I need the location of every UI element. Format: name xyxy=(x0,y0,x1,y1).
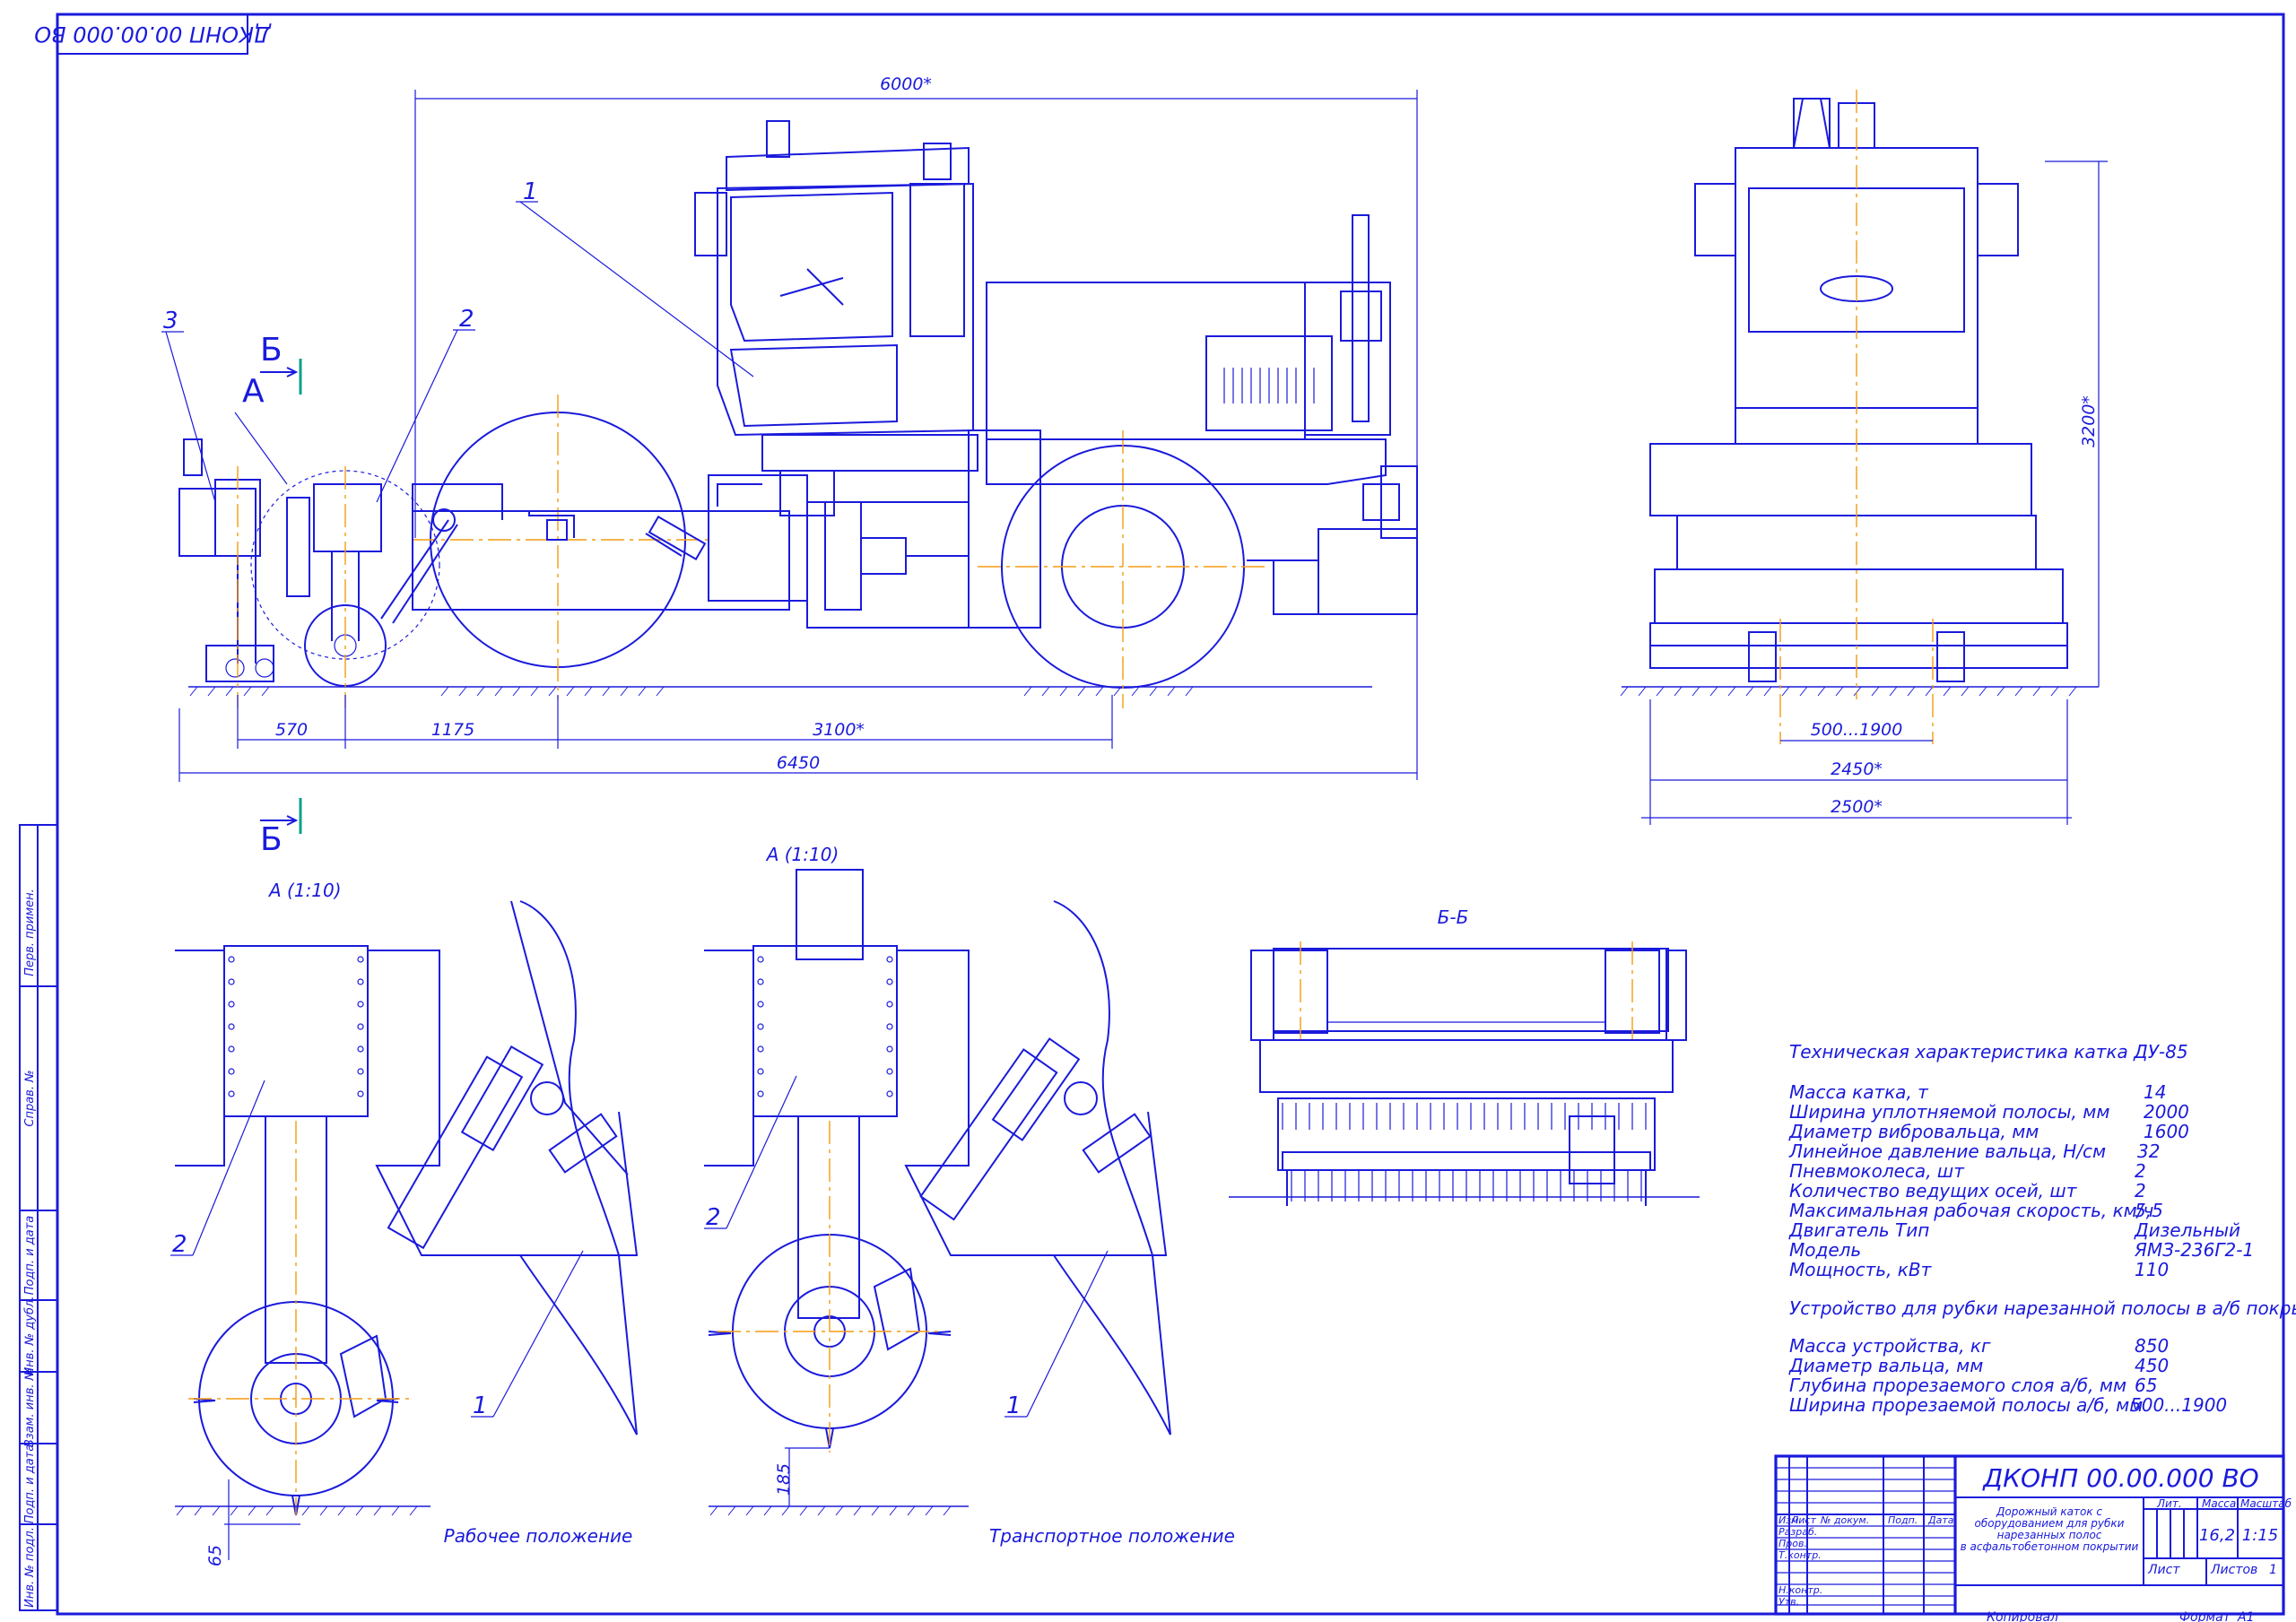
tb-col-data: Дата xyxy=(1927,1514,1954,1526)
spec-value-1: 2000 xyxy=(2144,1101,2189,1123)
spec-value-7: Дизельный xyxy=(2134,1219,2240,1241)
spec2-value-0: 850 xyxy=(2135,1335,2169,1357)
side-label-5: Подп. и дата xyxy=(23,1444,37,1524)
caption-transport: Транспортное положение xyxy=(989,1525,1235,1547)
specs-subtitle: Устройство для рубки нарезанной полосы в… xyxy=(1789,1297,2296,1319)
main-side-view: 6000* 570 1175 3100* 6450 1 2 3 Б А Б xyxy=(161,74,1418,858)
tb-list: Лист xyxy=(2147,1563,2180,1577)
drawing-sheet: ДКОНП 00.00.000 ВО Перв. примен. Справ. … xyxy=(19,13,2296,1622)
spec2-label-0: Масса устройства, кг xyxy=(1789,1335,1991,1357)
spec2-value-3: 500...1900 xyxy=(2130,1394,2227,1416)
spec-label-6: Максимальная рабочая скорость, км/ч xyxy=(1789,1200,2154,1221)
spec-value-6: 5,5 xyxy=(2135,1200,2163,1221)
spec-label-1: Ширина уплотняемой полосы, мм xyxy=(1789,1101,2109,1123)
spec-label-8: Модель xyxy=(1789,1239,1861,1261)
side-label-4: Взам. инв. № xyxy=(23,1368,37,1447)
tb-masshtab-val: 1:15 xyxy=(2242,1526,2278,1545)
dim-6000: 6000* xyxy=(880,74,932,94)
pos-2-transport: 2 xyxy=(706,1204,721,1231)
side-label-1: Справ. № xyxy=(23,1070,37,1126)
title-block: ДКОНП 00.00.000 ВО Дорожный каток с обор… xyxy=(1774,1454,2292,1622)
section-b-bottom: Б xyxy=(260,821,283,858)
dim-2450: 2450* xyxy=(1831,759,1883,779)
pos-1-work: 1 xyxy=(473,1392,488,1419)
spec-label-7: Двигатель Тип xyxy=(1788,1219,1929,1241)
spec2-value-2: 65 xyxy=(2135,1375,2157,1396)
dim-6450: 6450 xyxy=(777,753,820,773)
pos-3-main: 3 xyxy=(163,308,178,334)
tb-massa-val: 16,2 xyxy=(2199,1526,2235,1545)
specs-title: Техническая характеристика катка ДУ-85 xyxy=(1789,1041,2188,1063)
tb-name-3: нарезанных полос xyxy=(1997,1529,2102,1541)
pos-1-main: 1 xyxy=(523,178,538,205)
tb-col-list: Лист xyxy=(1790,1514,1816,1526)
section-bb: Б-Б xyxy=(1229,906,1700,1206)
tb-col-ndoc: № докум. xyxy=(1820,1514,1869,1526)
tb-format: Формат xyxy=(2179,1610,2231,1622)
spec2-label-2: Глубина прорезаемого слоя а/б, мм xyxy=(1789,1375,2126,1396)
spec2-label-1: Диаметр вальца, мм xyxy=(1788,1355,1983,1376)
tb-prov: Пров. xyxy=(1779,1538,1807,1549)
spec-value-8: ЯМЗ-236Г2-1 xyxy=(2134,1239,2254,1261)
stamp-code: ДКОНП 00.00.000 ВО xyxy=(34,22,272,47)
spec-label-4: Пневмоколеса, шт xyxy=(1789,1160,1965,1182)
detail-work-title: А (1:10) xyxy=(267,880,342,901)
side-label-3: Инв. № дубл. xyxy=(23,1297,37,1376)
spec-value-3: 32 xyxy=(2137,1141,2160,1162)
side-label-6: Инв. № подл. xyxy=(23,1527,37,1608)
spec-label-2: Диаметр вибровальца, мм xyxy=(1788,1121,2039,1142)
section-b-top: Б xyxy=(260,332,283,369)
dim-3100: 3100* xyxy=(813,720,865,740)
spec-label-5: Количество ведущих осей, шт xyxy=(1789,1180,2078,1201)
dim-1175: 1175 xyxy=(431,720,474,740)
detail-transport-title: А (1:10) xyxy=(765,844,839,865)
side-label-2: Подп. и дата xyxy=(23,1216,37,1296)
spec-label-0: Масса катка, т xyxy=(1789,1081,1929,1103)
spec-value-9: 110 xyxy=(2135,1259,2169,1280)
spec2-value-1: 450 xyxy=(2135,1355,2169,1376)
tb-format-val: А1 xyxy=(2237,1610,2254,1622)
side-label-0: Перв. примен. xyxy=(23,889,37,976)
front-view: 3200* 500...1900 2450* 2500* xyxy=(1620,90,2108,825)
dim-185: 185 xyxy=(774,1463,794,1496)
pos-2-main: 2 xyxy=(459,306,474,333)
tb-tkontr: Т.контр. xyxy=(1779,1549,1822,1561)
dim-570: 570 xyxy=(275,720,308,740)
side-strip: Перв. примен. Справ. № Подп. и дата Инв.… xyxy=(19,824,58,1611)
tb-listov: Листов xyxy=(2210,1563,2257,1577)
tb-name-1: Дорожный каток с xyxy=(1996,1505,2102,1518)
spec-label-3: Линейное давление вальца, Н/см xyxy=(1788,1141,2106,1162)
tb-name-2: оборудованием для рубки xyxy=(1975,1517,2125,1530)
dim-3200: 3200* xyxy=(2079,395,2099,447)
tb-massa: Масса xyxy=(2202,1497,2236,1510)
tb-code: ДКОНП 00.00.000 ВО xyxy=(1981,1463,2258,1493)
specs-block: Техническая характеристика катка ДУ-85 М… xyxy=(1788,1041,2296,1416)
spec-value-0: 14 xyxy=(2144,1081,2166,1103)
tb-utv: Утв. xyxy=(1779,1596,1799,1608)
dim-65: 65 xyxy=(205,1545,225,1566)
tb-kopiroval: Копировал xyxy=(1987,1610,2058,1622)
tb-nkontr: Н.контр. xyxy=(1779,1584,1822,1596)
spec-value-2: 1600 xyxy=(2144,1121,2189,1142)
spec-value-5: 2 xyxy=(2135,1180,2146,1201)
caption-work: Рабочее положение xyxy=(444,1525,633,1547)
pos-2-work: 2 xyxy=(172,1231,187,1258)
tb-name-4: в асфальтобетонном покрытии xyxy=(1961,1540,2139,1553)
tb-razrab: Разраб. xyxy=(1779,1526,1817,1538)
tb-masshtab: Масштаб xyxy=(2240,1497,2292,1510)
view-a-label: А xyxy=(242,373,265,410)
dim-500-1900-front: 500...1900 xyxy=(1811,720,1903,740)
tb-listov-val: 1 xyxy=(2269,1563,2277,1577)
detail-transport: А (1:10) 185 2 1 Транспортное положение xyxy=(704,844,1235,1547)
spec-value-4: 2 xyxy=(2135,1160,2146,1182)
dim-2500: 2500* xyxy=(1831,797,1883,817)
spec2-label-3: Ширина прорезаемой полосы а/б, мм xyxy=(1789,1394,2143,1416)
section-bb-title: Б-Б xyxy=(1438,906,1469,928)
pos-1-transport: 1 xyxy=(1006,1392,1022,1419)
spec-label-9: Мощность, кВт xyxy=(1789,1259,1933,1280)
tb-col-podp: Подп. xyxy=(1888,1514,1918,1526)
detail-working: А (1:10) 65 2 1 Рабочее положение xyxy=(170,880,639,1566)
tb-lit: Лит. xyxy=(2156,1497,2182,1510)
